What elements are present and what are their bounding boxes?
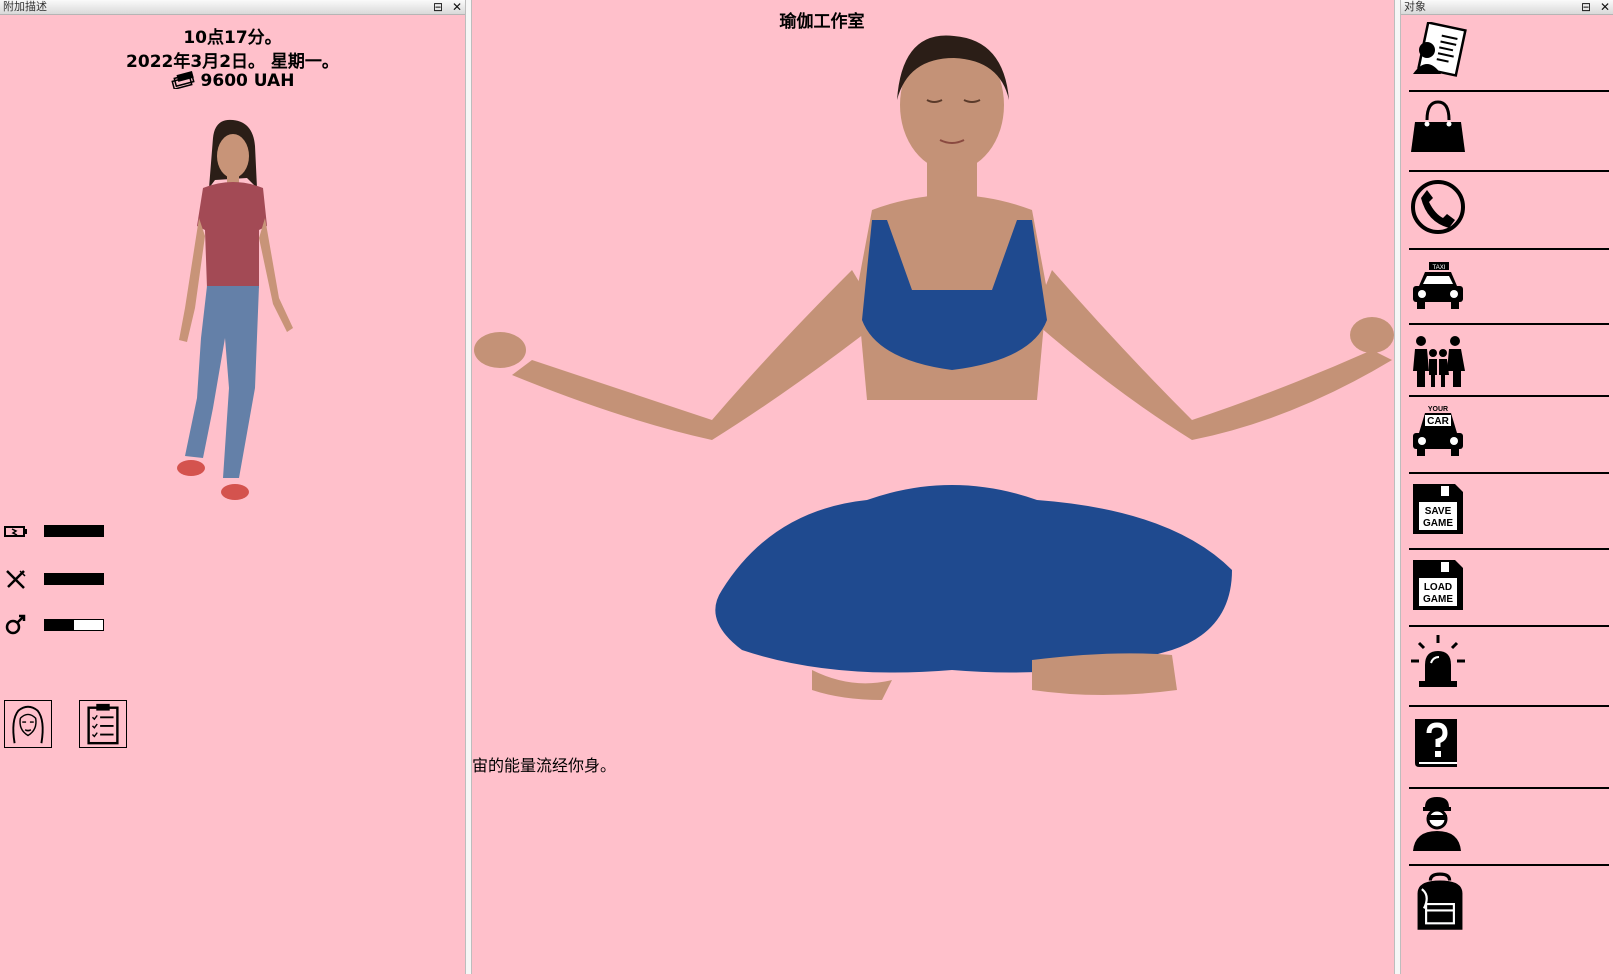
object-id-card[interactable]: [1409, 16, 1609, 92]
additional-description-panel: 附加描述 ⊟ ✕ 10点17分。 2022年3月2日。 星期一。 9600 UA…: [0, 0, 465, 974]
utensils-icon: [6, 570, 26, 589]
scene-description: 宙的能量流经你身。: [472, 756, 617, 775]
load-label: LOAD: [1424, 582, 1452, 593]
hunger-bar-fill: [45, 574, 103, 584]
object-siren[interactable]: [1409, 627, 1609, 707]
money-display: 9600 UAH: [0, 71, 465, 91]
objects-panel: 对象 ⊟ ✕ TAXI YOUR CAR SAVE GAME LOAD GAME: [1401, 0, 1613, 974]
main-scene-panel: 瑜伽工作室 宙的能量流经你身。: [472, 0, 1395, 974]
object-family[interactable]: [1409, 325, 1609, 397]
right-panel-title: 对象: [1404, 0, 1426, 13]
male-symbol-icon: [5, 614, 26, 635]
your-car-label-top: YOUR: [1428, 406, 1448, 413]
thief-icon: [1413, 797, 1461, 851]
family-icon: [1413, 336, 1465, 387]
id-card-icon: [1413, 22, 1467, 77]
restore-icon[interactable]: ⊟: [1581, 0, 1591, 14]
left-splitter[interactable]: [465, 0, 472, 974]
object-load-game[interactable]: LOAD GAME: [1409, 550, 1609, 627]
object-thief[interactable]: [1409, 789, 1609, 866]
taxi-icon: TAXI: [1413, 262, 1463, 309]
restore-icon[interactable]: ⊟: [433, 0, 443, 14]
money-amount: 9600 UAH: [200, 71, 295, 91]
clipboard-checklist-icon: [87, 703, 119, 745]
left-panel-title: 附加描述: [3, 0, 47, 13]
object-taxi[interactable]: TAXI: [1409, 250, 1609, 325]
character-portrait[interactable]: [155, 118, 315, 538]
hunger-bar: [44, 573, 104, 585]
tasks-button[interactable]: [79, 700, 127, 748]
save-game-icon: SAVE GAME: [1413, 484, 1463, 534]
save-game-label: GAME: [1423, 518, 1453, 529]
right-splitter[interactable]: [1394, 0, 1401, 974]
face-portrait-icon: [12, 705, 44, 744]
close-icon[interactable]: ✕: [1600, 0, 1610, 14]
save-label: SAVE: [1425, 506, 1452, 517]
right-panel-titlebar: 对象 ⊟ ✕: [1401, 0, 1613, 15]
your-car-icon: YOUR CAR: [1413, 406, 1463, 456]
object-your-car[interactable]: YOUR CAR: [1409, 397, 1609, 474]
object-phone[interactable]: [1409, 172, 1609, 250]
battery-icon: [4, 526, 27, 537]
help-book-icon: [1415, 719, 1457, 767]
load-game-label: GAME: [1423, 594, 1453, 605]
left-panel-titlebar: 附加描述 ⊟ ✕: [0, 0, 465, 15]
energy-bar-fill: [45, 526, 103, 536]
game-date: 2022年3月2日。 星期一。: [126, 52, 339, 72]
object-handbag[interactable]: [1409, 92, 1609, 172]
object-save-game[interactable]: SAVE GAME: [1409, 474, 1609, 550]
close-icon[interactable]: ✕: [452, 0, 462, 14]
object-backpack[interactable]: [1409, 866, 1609, 956]
location-title: 瑜伽工作室: [779, 12, 865, 32]
libido-bar: [44, 619, 104, 631]
appearance-button[interactable]: [4, 700, 52, 748]
scene-image: [474, 35, 1394, 700]
your-car-label: CAR: [1427, 416, 1449, 427]
backpack-icon: [1417, 872, 1463, 930]
phone-icon: [1411, 180, 1465, 234]
taxi-label: TAXI: [1433, 265, 1446, 271]
siren-icon: [1411, 635, 1465, 687]
game-time: 10点17分。: [183, 28, 282, 48]
libido-bar-fill: [45, 620, 74, 630]
object-help-book[interactable]: [1409, 707, 1609, 789]
load-game-icon: LOAD GAME: [1413, 560, 1463, 610]
energy-bar: [44, 525, 104, 537]
handbag-icon: [1411, 100, 1465, 152]
money-stack-icon: [170, 71, 195, 89]
